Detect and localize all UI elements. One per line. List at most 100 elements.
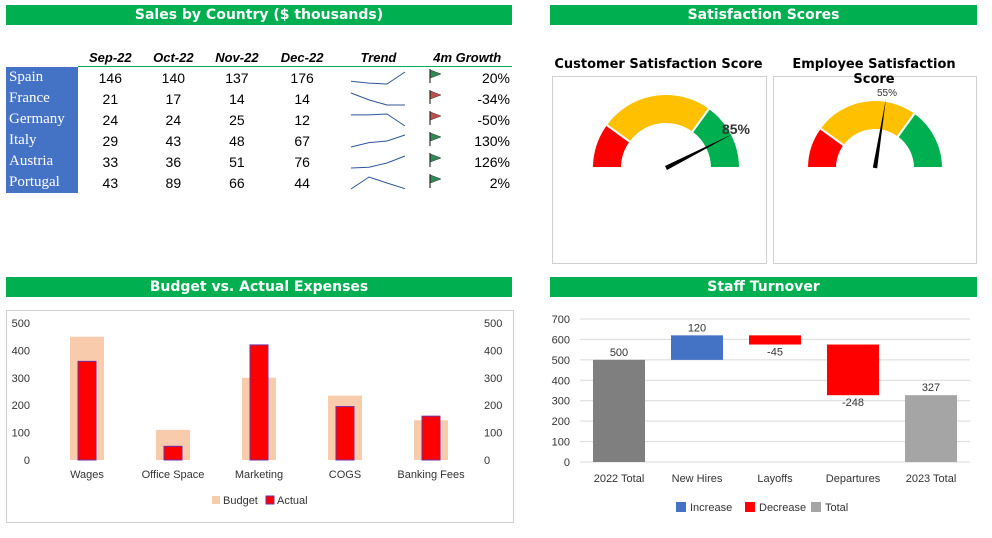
sales-row: France 21 17 14 14 -34% <box>6 88 512 109</box>
legend-swatch <box>676 502 686 512</box>
sparkline-line <box>351 92 406 105</box>
sparkline-line <box>351 71 406 85</box>
sales-value-cell: 24 <box>102 111 119 128</box>
category-label: 2022 Total <box>594 473 645 485</box>
sparkline <box>351 112 406 126</box>
sales-value-cell: 14 <box>229 90 245 107</box>
employee-gauge-title: Employee Satisfaction Score <box>792 57 956 87</box>
country-cell: Germany <box>6 109 78 130</box>
sales-value-cell: 146 <box>98 69 122 86</box>
legend-swatch <box>811 502 821 512</box>
sparkline <box>351 71 406 85</box>
trend-cell <box>334 151 422 172</box>
y-tick-label: 400 <box>552 375 570 387</box>
category-label: New Hires <box>672 473 723 485</box>
sales-value-cell: 137 <box>225 69 249 86</box>
sparkline-line <box>351 134 406 147</box>
data-label: -45 <box>767 347 783 359</box>
waterfall-bar-decrease <box>749 335 801 345</box>
legend-label: Decrease <box>759 502 806 514</box>
category-label: Layoffs <box>757 473 793 485</box>
sales-banner: Sales by Country ($ thousands) <box>6 5 512 25</box>
budget-banner: Budget vs. Actual Expenses <box>6 277 512 297</box>
header-month: Nov-22 <box>204 49 270 67</box>
country-cell: Austria <box>6 151 78 172</box>
flag-cell <box>422 151 448 172</box>
trend-cell <box>334 88 422 109</box>
red-flag-icon <box>429 111 443 125</box>
sales-value-cell: 44 <box>294 174 310 191</box>
country-cell: France <box>6 88 78 109</box>
sales-value-cell: 89 <box>165 174 182 191</box>
trend-cell <box>334 109 422 130</box>
trend-cell <box>334 67 422 89</box>
header-trend: Trend <box>334 49 423 67</box>
growth-cell: 20% <box>481 69 510 86</box>
green-flag-icon <box>429 153 443 167</box>
growth-cell: 126% <box>474 153 510 170</box>
turnover-banner: Staff Turnover <box>550 277 977 297</box>
flag-cell <box>422 109 448 130</box>
waterfall-bar-total <box>905 395 957 462</box>
waterfall-bar-total <box>593 359 645 462</box>
sales-value-cell: 140 <box>161 69 186 86</box>
sparkline-line <box>351 112 406 126</box>
sparkline <box>351 175 406 189</box>
header-month: Dec-22 <box>269 49 335 67</box>
satisfaction-banner: Satisfaction Scores <box>550 5 977 25</box>
country-cell: Portugal <box>6 172 78 193</box>
y-tick-label: 200 <box>552 416 570 428</box>
sales-value-cell: 14 <box>294 90 310 107</box>
y-tick-label: 700 <box>552 314 570 326</box>
green-flag-icon <box>429 132 443 146</box>
sales-value-cell: 21 <box>102 90 119 107</box>
y-tick-label: 0 <box>564 457 570 469</box>
sales-value-cell: 66 <box>229 174 245 191</box>
legend-swatch <box>745 502 755 512</box>
sales-row: Italy 29 43 48 67 130% <box>6 130 512 151</box>
sales-value-cell: 76 <box>294 153 310 170</box>
growth-cell: 130% <box>474 132 510 149</box>
flag-cell <box>422 67 448 89</box>
flag-cell <box>422 172 448 193</box>
sparkline <box>351 134 406 147</box>
category-label: 2023 Total <box>906 473 957 485</box>
sparkline-line <box>351 155 406 168</box>
trend-cell <box>334 130 422 151</box>
customer-gauge-panel <box>552 76 767 264</box>
sales-value-cell: 12 <box>294 111 310 128</box>
sales-value-cell: 51 <box>229 153 245 170</box>
sales-value-cell: 17 <box>165 90 182 107</box>
y-tick-label: 300 <box>552 396 570 408</box>
legend-label: Increase <box>690 502 732 514</box>
sales-value-cell: 33 <box>102 153 119 170</box>
green-flag-icon <box>429 69 443 83</box>
red-flag-icon <box>429 90 443 104</box>
sales-value-cell: 29 <box>102 132 119 149</box>
customer-gauge-title: Customer Satisfaction Score <box>554 57 763 72</box>
sparkline <box>351 155 406 168</box>
header-growth: 4m Growth <box>422 49 512 67</box>
sales-row: Spain 146 140 137 176 20% <box>6 66 512 89</box>
sales-value-cell: 67 <box>294 132 310 149</box>
sales-value-cell: 36 <box>165 153 182 170</box>
sparkline <box>351 92 406 105</box>
sales-value-cell: 25 <box>229 111 245 128</box>
growth-cell: -50% <box>477 111 510 128</box>
data-label: 327 <box>922 382 940 394</box>
sales-header-row: Sep-22 Oct-22 Nov-22 Dec-22 Trend 4m Gro… <box>6 49 512 67</box>
sales-value-cell: 176 <box>290 69 314 86</box>
data-label: 120 <box>688 322 706 334</box>
sales-value-cell: 43 <box>165 132 182 149</box>
sales-row: Germany 24 24 25 12 -50% <box>6 109 512 130</box>
sales-value-cell: 48 <box>229 132 245 149</box>
sales-row: Austria 33 36 51 76 126% <box>6 151 512 172</box>
sales-value-cell: 43 <box>102 174 119 191</box>
budget-chart-panel <box>6 310 514 523</box>
growth-cell: -34% <box>477 90 510 107</box>
legend-label: Total <box>825 502 848 514</box>
growth-cell: 2% <box>489 174 510 191</box>
header-month: Oct-22 <box>142 49 205 67</box>
employee-gauge-panel <box>773 76 977 264</box>
y-tick-label: 500 <box>552 355 570 367</box>
